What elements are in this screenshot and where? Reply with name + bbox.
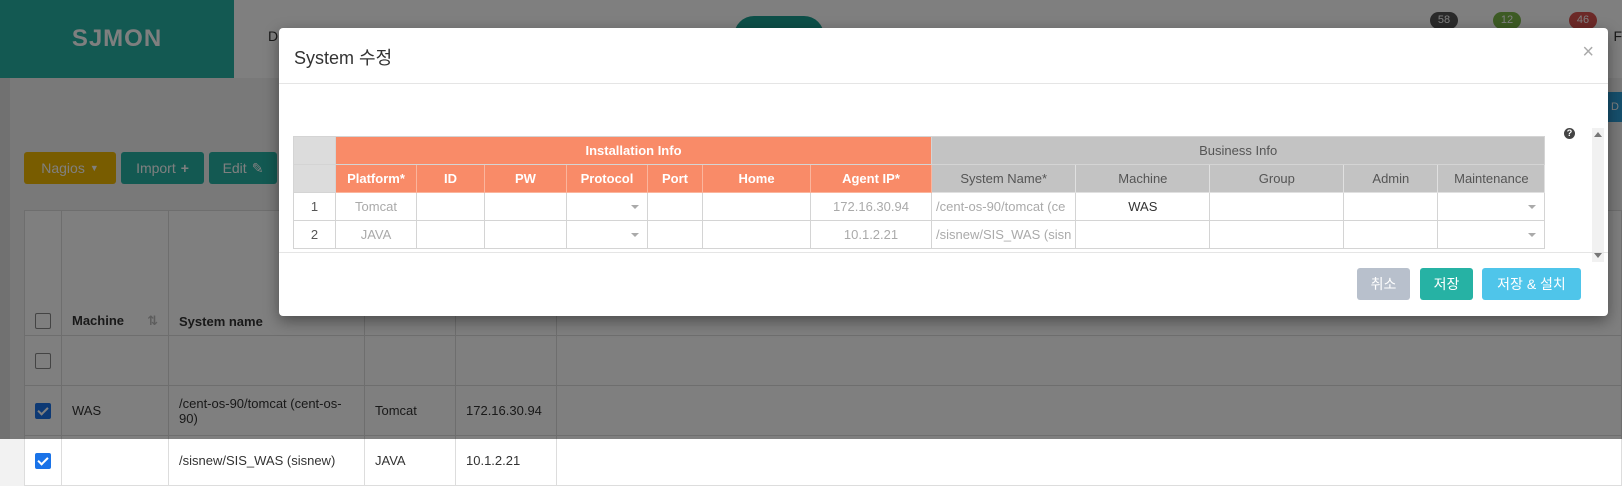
cell-id[interactable] xyxy=(416,192,485,221)
column-header-maintenance: Maintenance xyxy=(1437,164,1546,193)
row-number: 2 xyxy=(293,220,336,249)
cell-system-name: /sisnew/SIS_WAS (sisnew) xyxy=(168,435,365,486)
column-header-group: Group xyxy=(1209,164,1345,193)
table-row[interactable]: /sisnew/SIS_WAS (sisnew) JAVA 10.1.2.21 xyxy=(24,435,1622,486)
cell-pw[interactable] xyxy=(484,220,567,249)
help-icon[interactable]: ? xyxy=(1564,128,1575,139)
scroll-up-arrow-icon[interactable] xyxy=(1594,132,1602,137)
cell-agent-ip[interactable]: 172.16.30.94 xyxy=(810,192,932,221)
column-header-home: Home xyxy=(702,164,811,193)
cell-system-name[interactable]: /sisnew/SIS_WAS (sisn xyxy=(930,220,1077,249)
row-select-cell xyxy=(24,435,62,486)
cell-agent-ip[interactable]: 10.1.2.21 xyxy=(810,220,932,249)
column-header-system-name: System Name* xyxy=(930,164,1077,193)
cell-protocol-dropdown[interactable] xyxy=(566,220,648,249)
save-and-install-button[interactable]: 저장 & 설치 xyxy=(1482,268,1581,300)
column-header-row: Platform* ID PW Protocol Port Home Agent… xyxy=(293,164,1546,193)
cell-home[interactable] xyxy=(702,192,811,221)
column-header-pw: PW xyxy=(484,164,567,193)
cell-port[interactable] xyxy=(647,220,703,249)
cell-admin[interactable] xyxy=(1343,192,1439,221)
close-icon[interactable]: × xyxy=(1582,42,1594,62)
dropdown-arrow-icon[interactable] xyxy=(631,233,639,237)
dropdown-arrow-icon[interactable] xyxy=(1528,233,1537,237)
cell-platform[interactable]: JAVA xyxy=(335,220,417,249)
cell-platform[interactable]: Tomcat xyxy=(335,192,417,221)
row-number: 1 xyxy=(293,192,336,221)
cell-port[interactable] xyxy=(647,192,703,221)
cell-id[interactable] xyxy=(416,220,485,249)
cell-machine[interactable]: WAS xyxy=(1075,192,1211,221)
cell-pw[interactable] xyxy=(484,192,567,221)
cell xyxy=(556,435,1622,486)
modal-title: System 수정 xyxy=(294,48,393,68)
cell-maintenance-dropdown[interactable] xyxy=(1437,192,1546,221)
dropdown-arrow-icon[interactable] xyxy=(631,205,639,209)
column-header-admin: Admin xyxy=(1343,164,1439,193)
column-header-protocol: Protocol xyxy=(566,164,648,193)
cell-protocol-dropdown[interactable] xyxy=(566,192,648,221)
cell-ip: 10.1.2.21 xyxy=(455,435,557,486)
modal-body: ? Installation Info Business Info Platfo… xyxy=(279,84,1608,262)
save-button[interactable]: 저장 xyxy=(1420,268,1473,300)
installation-info-header: Installation Info xyxy=(335,136,932,165)
table-row: 1 Tomcat 172.16.30.94 /cent-os-90/tomcat… xyxy=(293,192,1546,221)
column-header-port: Port xyxy=(647,164,703,193)
dropdown-arrow-icon[interactable] xyxy=(1528,205,1537,209)
cell-admin[interactable] xyxy=(1343,220,1439,249)
cell-machine xyxy=(61,435,169,486)
table-row: 2 JAVA 10.1.2.21 /sisnew/SIS_WAS (sisn xyxy=(293,220,1546,249)
cell-system-name[interactable]: /cent-os-90/tomcat (ce xyxy=(930,192,1077,221)
cell-platform: JAVA xyxy=(364,435,456,486)
cell-machine[interactable] xyxy=(1075,220,1211,249)
cancel-button[interactable]: 취소 xyxy=(1357,268,1410,300)
row-checkbox[interactable] xyxy=(35,452,51,469)
column-header-agent-ip: Agent IP* xyxy=(810,164,932,193)
column-header-machine: Machine xyxy=(1075,164,1211,193)
system-edit-modal: System 수정 × ? Installation Info Business… xyxy=(279,28,1608,316)
cell-maintenance-dropdown[interactable] xyxy=(1437,220,1546,249)
column-header-id: ID xyxy=(416,164,485,193)
column-header-platform: Platform* xyxy=(335,164,417,193)
vertical-scrollbar[interactable] xyxy=(1592,128,1604,262)
cell-home[interactable] xyxy=(702,220,811,249)
corner-cell xyxy=(293,164,336,193)
cell-group[interactable] xyxy=(1209,192,1345,221)
modal-footer: 취소 저장 저장 & 설치 xyxy=(279,252,1608,316)
modal-header: System 수정 × xyxy=(279,28,1608,84)
group-header-row: Installation Info Business Info xyxy=(293,136,1546,165)
business-info-header: Business Info xyxy=(930,136,1546,165)
corner-cell xyxy=(293,136,336,165)
system-edit-grid: Installation Info Business Info Platform… xyxy=(293,136,1546,249)
cell-group[interactable] xyxy=(1209,220,1345,249)
